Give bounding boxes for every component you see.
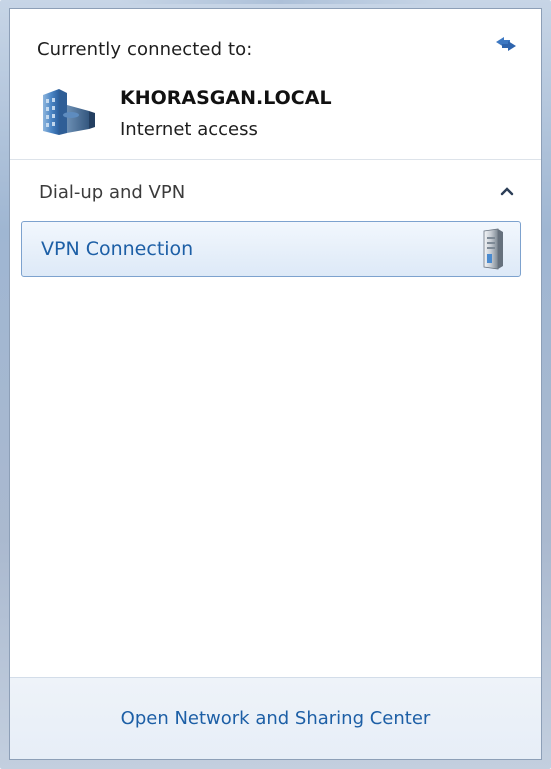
current-connection-section: Currently connected to: KHORASGAN.LOCAL … [10,9,541,159]
network-flyout-panel: Currently connected to: KHORASGAN.LOCAL … [9,8,542,760]
dialup-vpn-section-header[interactable]: Dial-up and VPN [10,160,541,216]
frame-highlight [120,0,440,4]
vpn-server-icon [478,227,506,271]
chevron-up-icon[interactable] [496,180,518,202]
flyout-frame: Currently connected to: KHORASGAN.LOCAL … [0,0,551,769]
flyout-footer: Open Network and Sharing Center [10,677,541,759]
section-title: Dial-up and VPN [39,182,186,203]
connected-to-label: Currently connected to: [37,39,253,60]
open-network-sharing-center-link[interactable]: Open Network and Sharing Center [10,708,541,729]
network-access-status: Internet access [120,119,258,140]
vpn-connection-item[interactable]: VPN Connection [21,221,521,277]
network-name: KHORASGAN.LOCAL [120,87,332,109]
refresh-icon[interactable] [493,33,519,55]
connection-list-empty-area [10,277,541,677]
connection-label: VPN Connection [41,238,194,260]
domain-network-icon [37,85,99,139]
